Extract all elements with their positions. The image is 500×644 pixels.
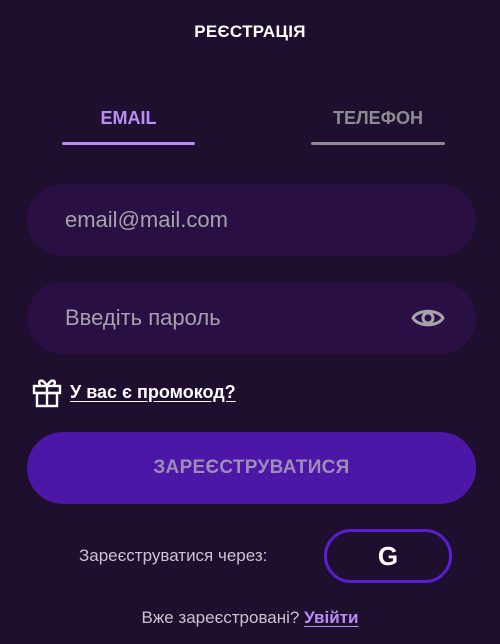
login-prompt: Вже зареєстровані? Увійти (0, 608, 500, 628)
google-signin-button[interactable]: G (324, 529, 452, 583)
tab-phone[interactable]: ТЕЛЕФОН (311, 107, 445, 145)
eye-icon[interactable] (411, 302, 445, 334)
password-field-container (27, 282, 476, 354)
tab-email-label: EMAIL (100, 108, 157, 128)
tab-phone-underline (311, 142, 445, 145)
email-field-container (27, 184, 476, 256)
google-icon: G (377, 541, 399, 571)
email-input[interactable] (63, 206, 440, 234)
social-register-label: Зареєструватися через: (79, 546, 268, 565)
promo-code-label: У вас є промокод? (70, 381, 236, 402)
login-question: Вже зареєстровані? (141, 608, 300, 627)
tab-phone-label: ТЕЛЕФОН (333, 108, 423, 128)
gift-icon (32, 379, 62, 408)
promo-code-link[interactable]: У вас є промокод? (32, 376, 236, 408)
password-input[interactable] (63, 304, 440, 332)
login-link[interactable]: Увійти (304, 608, 358, 627)
tab-email-underline (62, 142, 195, 145)
tab-email[interactable]: EMAIL (62, 107, 195, 145)
register-button[interactable]: ЗАРЕЄСТРУВАТИСЯ (27, 432, 476, 504)
page-title: РЕЄСТРАЦІЯ (194, 22, 306, 41)
